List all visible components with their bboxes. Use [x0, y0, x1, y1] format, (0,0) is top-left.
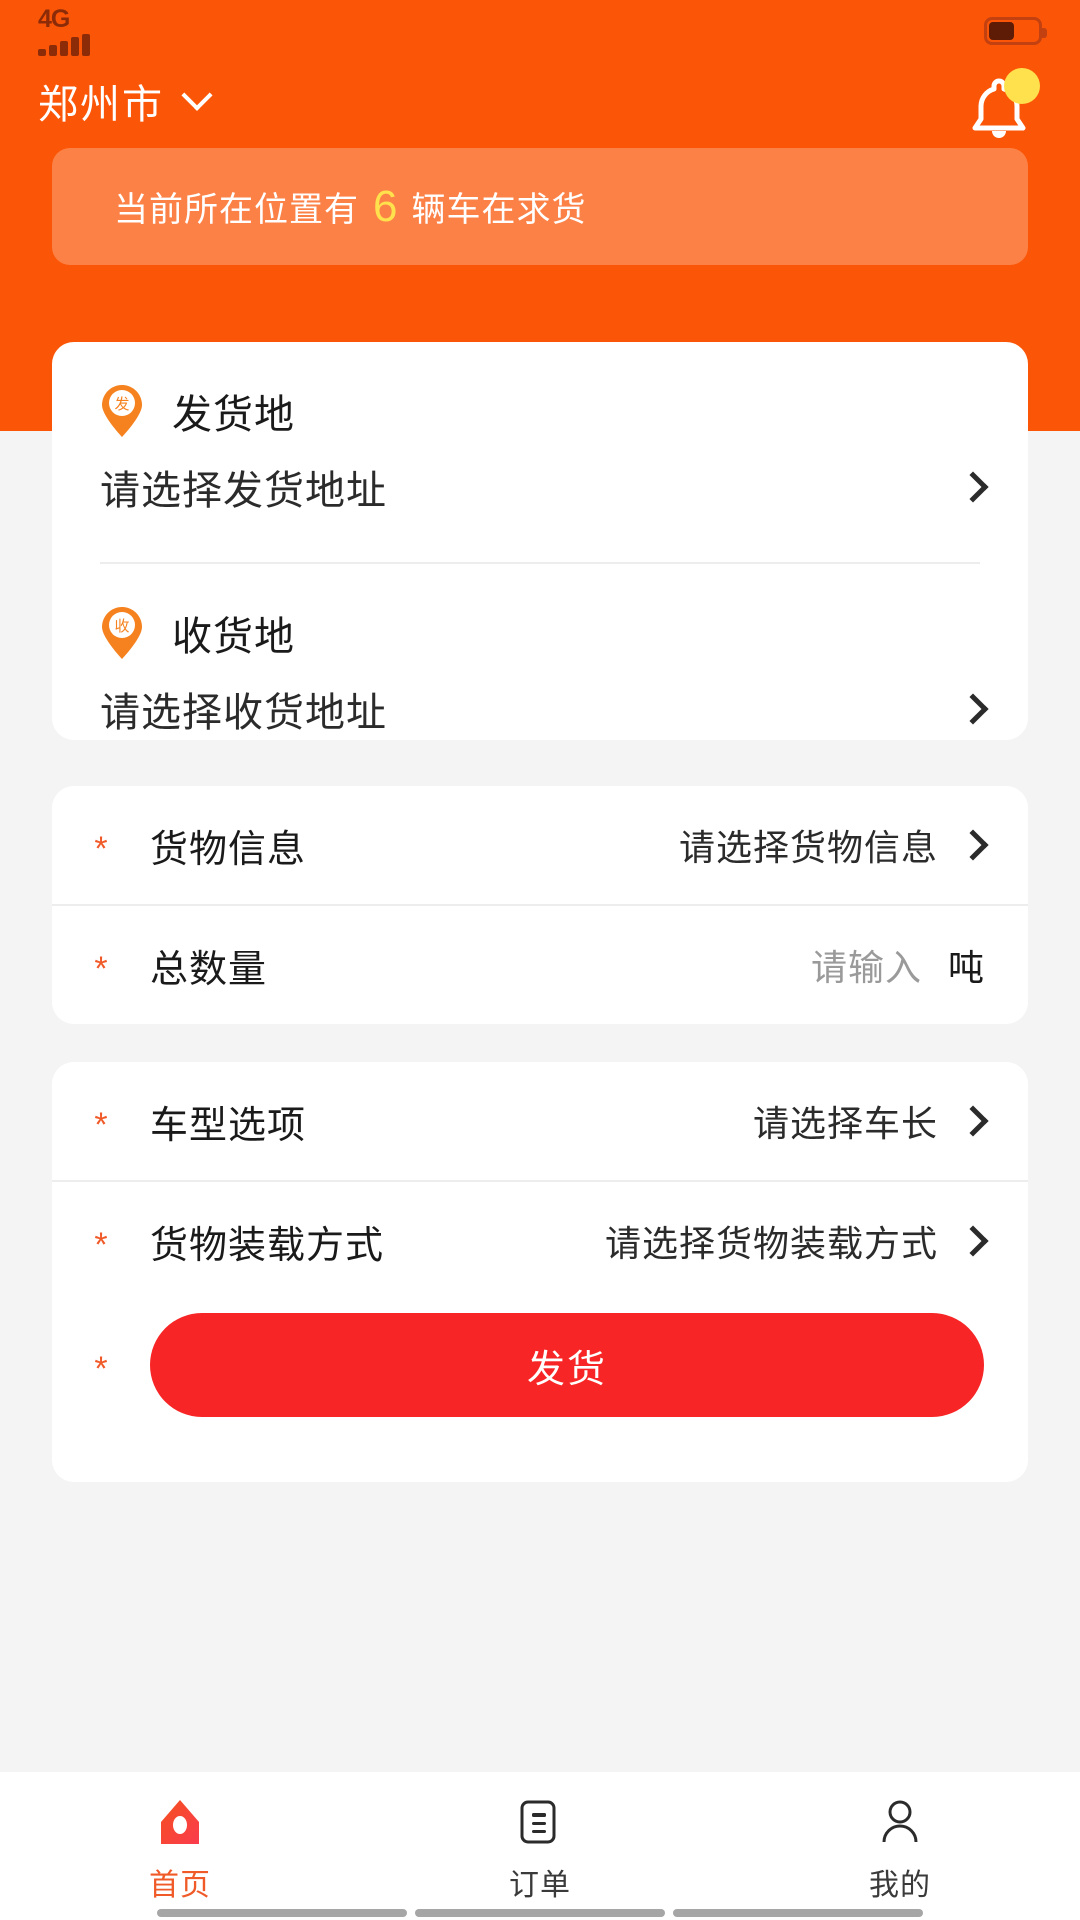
loading-method-value: 请选择货物装载方式	[604, 1223, 938, 1264]
required-marker: *	[94, 950, 108, 988]
city-selector[interactable]: 郑州市	[38, 72, 213, 130]
signal-strength-icon	[38, 33, 90, 56]
cargo-info-label: 货物信息	[150, 828, 307, 871]
banner-suffix-label: 辆车在求货	[411, 191, 587, 229]
vehicle-type-value: 请选择车长	[752, 1103, 938, 1144]
tab-profile-label: 我的	[869, 1869, 931, 1902]
pin-dropoff-icon: 收	[100, 605, 144, 661]
chevron-right-icon	[957, 471, 989, 503]
vehicle-card: * 车型选项 请选择车长 * 货物装载方式 请选择货物装载方式 * 发货	[52, 1062, 1028, 1482]
person-icon	[872, 1794, 928, 1850]
cargo-info-row[interactable]: * 货物信息 请选择货物信息	[52, 786, 1028, 904]
signal-bars-icon: 4G	[38, 4, 90, 56]
chevron-right-icon	[957, 829, 989, 861]
total-quantity-unit-label: 吨	[947, 947, 984, 988]
banner-count-value: 6	[373, 181, 398, 231]
pickup-address-selector[interactable]: 请选择发货地址	[52, 440, 1028, 516]
tab-home[interactable]: 首页	[0, 1772, 360, 1920]
vehicle-type-row[interactable]: * 车型选项 请选择车长	[52, 1062, 1028, 1180]
pickup-location-block: 发 发货地 请选择发货地址	[52, 342, 1028, 516]
required-marker: *	[94, 1106, 108, 1144]
gesture-indicator-bars	[0, 1906, 1080, 1920]
app-root: 4G 郑州市 当前所在位置有 6 辆车在求货 发 发货地 请选择发货地址 收 收…	[0, 0, 1080, 1920]
city-label: 郑州市	[38, 83, 164, 127]
network-type-label: 4G	[38, 4, 70, 33]
dropoff-address-selector[interactable]: 请选择收货地址	[52, 662, 1028, 738]
submit-row: * 发货	[52, 1300, 1028, 1430]
tab-home-label: 首页	[149, 1869, 211, 1902]
cargo-card: * 货物信息 请选择货物信息 * 总数量 请输入 吨	[52, 786, 1028, 1024]
status-bar: 4G	[0, 0, 1080, 62]
svg-text:发: 发	[114, 395, 129, 413]
dropoff-address-value: 请选择收货地址	[100, 691, 387, 735]
pickup-address-value: 请选择发货地址	[100, 469, 387, 513]
chevron-down-icon	[181, 79, 213, 111]
chevron-right-icon	[957, 693, 989, 725]
banner-prefix-label: 当前所在位置有	[114, 191, 359, 229]
vehicle-request-banner[interactable]: 当前所在位置有 6 辆车在求货	[52, 148, 1028, 265]
tab-orders-label: 订单	[509, 1869, 571, 1902]
pickup-title-label: 发货地	[172, 393, 295, 437]
address-card: 发 发货地 请选择发货地址 收 收货地 请选择收货地址	[52, 342, 1028, 740]
svg-text:收: 收	[114, 617, 129, 635]
required-marker: *	[94, 1350, 108, 1388]
notification-bell-button[interactable]	[956, 66, 1042, 152]
loading-method-row[interactable]: * 货物装载方式 请选择货物装载方式	[52, 1182, 1028, 1300]
pin-pickup-icon: 发	[100, 383, 144, 439]
bell-badge-dot	[1004, 68, 1040, 104]
dropoff-header: 收 收货地	[52, 564, 1028, 662]
total-quantity-label: 总数量	[150, 948, 268, 991]
dropoff-title-label: 收货地	[172, 615, 295, 659]
total-quantity-row[interactable]: * 总数量 请输入 吨	[52, 906, 1028, 1024]
tab-profile[interactable]: 我的	[720, 1772, 1080, 1920]
cargo-info-value: 请选择货物信息	[678, 827, 938, 868]
tab-orders[interactable]: 订单	[360, 1772, 720, 1920]
required-marker: *	[94, 1226, 108, 1264]
chevron-right-icon	[957, 1225, 989, 1257]
dropoff-location-block: 收 收货地 请选择收货地址	[52, 564, 1028, 738]
chevron-right-icon	[957, 1105, 989, 1137]
battery-icon	[984, 17, 1047, 45]
bottom-tab-bar: 首页 订单 我的	[0, 1772, 1080, 1920]
vehicle-type-label: 车型选项	[150, 1104, 307, 1147]
pickup-header: 发 发货地	[52, 342, 1028, 440]
home-icon	[152, 1794, 208, 1850]
total-quantity-input[interactable]: 请输入	[811, 939, 922, 991]
ship-goods-button[interactable]: 发货	[150, 1313, 984, 1417]
loading-method-label: 货物装载方式	[150, 1224, 385, 1267]
required-marker: *	[94, 830, 108, 868]
order-icon	[512, 1794, 568, 1850]
